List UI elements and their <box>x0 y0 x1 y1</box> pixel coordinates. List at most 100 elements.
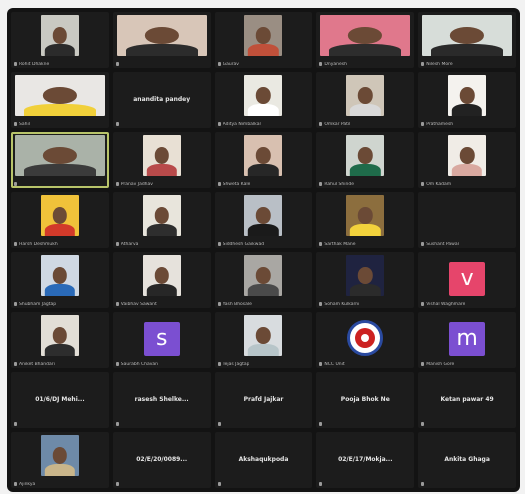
person-body <box>146 163 177 176</box>
participant-tile[interactable]: 02/E/17/Mokja... <box>316 432 415 488</box>
microphone-icon <box>421 62 425 66</box>
participant-tile[interactable]: v Vishal Waghmare <box>418 252 516 308</box>
participant-tile[interactable]: Nilesh More <box>418 12 516 68</box>
participant-tile[interactable]: Sahil <box>11 72 109 128</box>
person-body <box>329 43 402 56</box>
participant-display-name: Prafd Jajkar <box>243 395 284 403</box>
participant-tile[interactable]: Shubham Jagtap <box>11 252 109 308</box>
participant-video <box>422 15 513 56</box>
participant-name-label: Vishal Waghmare <box>426 302 466 307</box>
participant-tile[interactable]: Dnyanesh <box>316 12 415 68</box>
participant-tile[interactable]: anandita pandey <box>112 72 211 128</box>
participant-tile[interactable]: Om Kadam <box>418 132 516 188</box>
microphone-icon <box>14 422 17 426</box>
participant-tile[interactable]: NCC Unit <box>316 312 415 368</box>
participant-tile[interactable]: Omkar Patil <box>316 72 415 128</box>
microphone-icon <box>217 362 221 366</box>
microphone-icon <box>115 362 119 366</box>
participant-name-label: Ajinkya <box>19 482 36 487</box>
microphone-icon <box>217 62 221 66</box>
participant-tile[interactable]: Prafd Jajkar <box>214 372 313 428</box>
participant-display-name: Pooja Bhok Ne <box>340 395 390 403</box>
person-body <box>125 43 198 56</box>
microphone-icon <box>421 182 425 186</box>
participant-tile[interactable] <box>11 132 109 188</box>
participant-tile[interactable]: Aniket Bhandari <box>11 312 109 368</box>
participant-tile[interactable]: Yash Bhosale <box>214 252 313 308</box>
participant-tile[interactable]: Atharva <box>112 192 211 248</box>
participant-tile[interactable]: Rohit Dhakne <box>11 12 109 68</box>
microphone-icon <box>14 242 17 246</box>
participant-tile[interactable]: Rahul Shinde <box>316 132 415 188</box>
participant-avatar: m <box>449 321 486 356</box>
participant-video <box>244 255 283 296</box>
participant-tile[interactable]: Harsh Deshmukh <box>11 192 109 248</box>
participant-display-name: 02/E/20/0089... <box>136 455 188 463</box>
participant-video <box>244 195 283 236</box>
participant-tile[interactable]: Tejas Jagtap <box>214 312 313 368</box>
microphone-icon <box>319 62 323 66</box>
microphone-icon <box>14 122 17 126</box>
participant-name-label: Shweta Kale <box>222 182 251 187</box>
participant-name-label: Sushant Pawar <box>426 242 460 247</box>
microphone-icon <box>319 422 323 426</box>
person-body <box>248 223 279 236</box>
participant-video <box>40 15 79 56</box>
participant-tile[interactable]: Aditya Nimbalkar <box>214 72 313 128</box>
participant-video <box>14 135 105 176</box>
person-body <box>44 43 76 56</box>
participant-name-label: Atharva <box>120 242 139 247</box>
participant-tile[interactable]: 01/6/DJ Mehi... <box>11 372 109 428</box>
person-body <box>44 463 76 476</box>
participant-tile[interactable]: Gaurav <box>214 12 313 68</box>
microphone-icon <box>217 182 221 186</box>
participant-tile[interactable]: Sushant Pawar <box>418 192 516 248</box>
participant-name-label: Aditya Nimbalkar <box>222 122 262 127</box>
person-body <box>248 43 279 56</box>
microphone-icon <box>115 122 119 126</box>
participant-tile[interactable]: m Manish Gore <box>418 312 516 368</box>
participant-tile[interactable]: Akshaqukpoda <box>214 432 313 488</box>
microphone-icon <box>217 482 221 486</box>
person-body <box>350 283 381 296</box>
person-body <box>350 223 381 236</box>
participant-display-name: Akshaqukpoda <box>238 455 289 463</box>
person-body <box>248 283 279 296</box>
participant-tile[interactable]: Pooja Bhok Ne <box>316 372 415 428</box>
microphone-icon <box>14 182 17 186</box>
participant-video <box>244 315 283 356</box>
person-body <box>44 223 76 236</box>
participant-video <box>244 75 283 116</box>
participant-tile[interactable]: 02/E/20/0089... <box>112 432 211 488</box>
participant-name-label: Gaurav <box>222 62 239 67</box>
participant-video <box>244 135 283 176</box>
participant-name-label: Tejas Jagtap <box>222 362 250 367</box>
participant-video <box>40 435 79 476</box>
participant-name-label: Vaibhav Sawant <box>120 302 157 307</box>
participant-tile[interactable]: Soham Kulkarni <box>316 252 415 308</box>
meeting-window: Rohit Dhakne Gaurav Dnyanesh Nilesh More Sah… <box>7 8 520 492</box>
participant-tile[interactable]: Prathamesh <box>418 72 516 128</box>
person-body <box>44 283 76 296</box>
microphone-icon <box>421 422 425 426</box>
participant-video <box>142 135 181 176</box>
participant-tile[interactable]: Ketan pawar 49 <box>418 372 516 428</box>
participant-tile[interactable]: s Saurabh Chavan <box>112 312 211 368</box>
participant-tile[interactable]: rasesh Shelke... <box>112 372 211 428</box>
participant-tile[interactable]: Shweta Kale <box>214 132 313 188</box>
person-body <box>44 343 76 356</box>
participant-tile[interactable]: Pranav Jadhav <box>112 132 211 188</box>
participant-video <box>244 15 283 56</box>
microphone-icon <box>319 482 323 486</box>
participant-name-label: Prathamesh <box>426 122 454 127</box>
participant-tile[interactable]: Ankita Ghaga <box>418 432 516 488</box>
microphone-icon <box>421 122 425 126</box>
participant-tile[interactable]: Sarthak Mane <box>316 192 415 248</box>
participant-tile[interactable]: Vaibhav Sawant <box>112 252 211 308</box>
participant-tile[interactable]: Ajinkya <box>11 432 109 488</box>
participant-display-name: rasesh Shelke... <box>134 395 189 403</box>
person-body <box>248 163 279 176</box>
participant-tile[interactable] <box>112 12 211 68</box>
participant-tile[interactable]: Siddhesh Gaikwad <box>214 192 313 248</box>
microphone-icon <box>14 482 17 486</box>
